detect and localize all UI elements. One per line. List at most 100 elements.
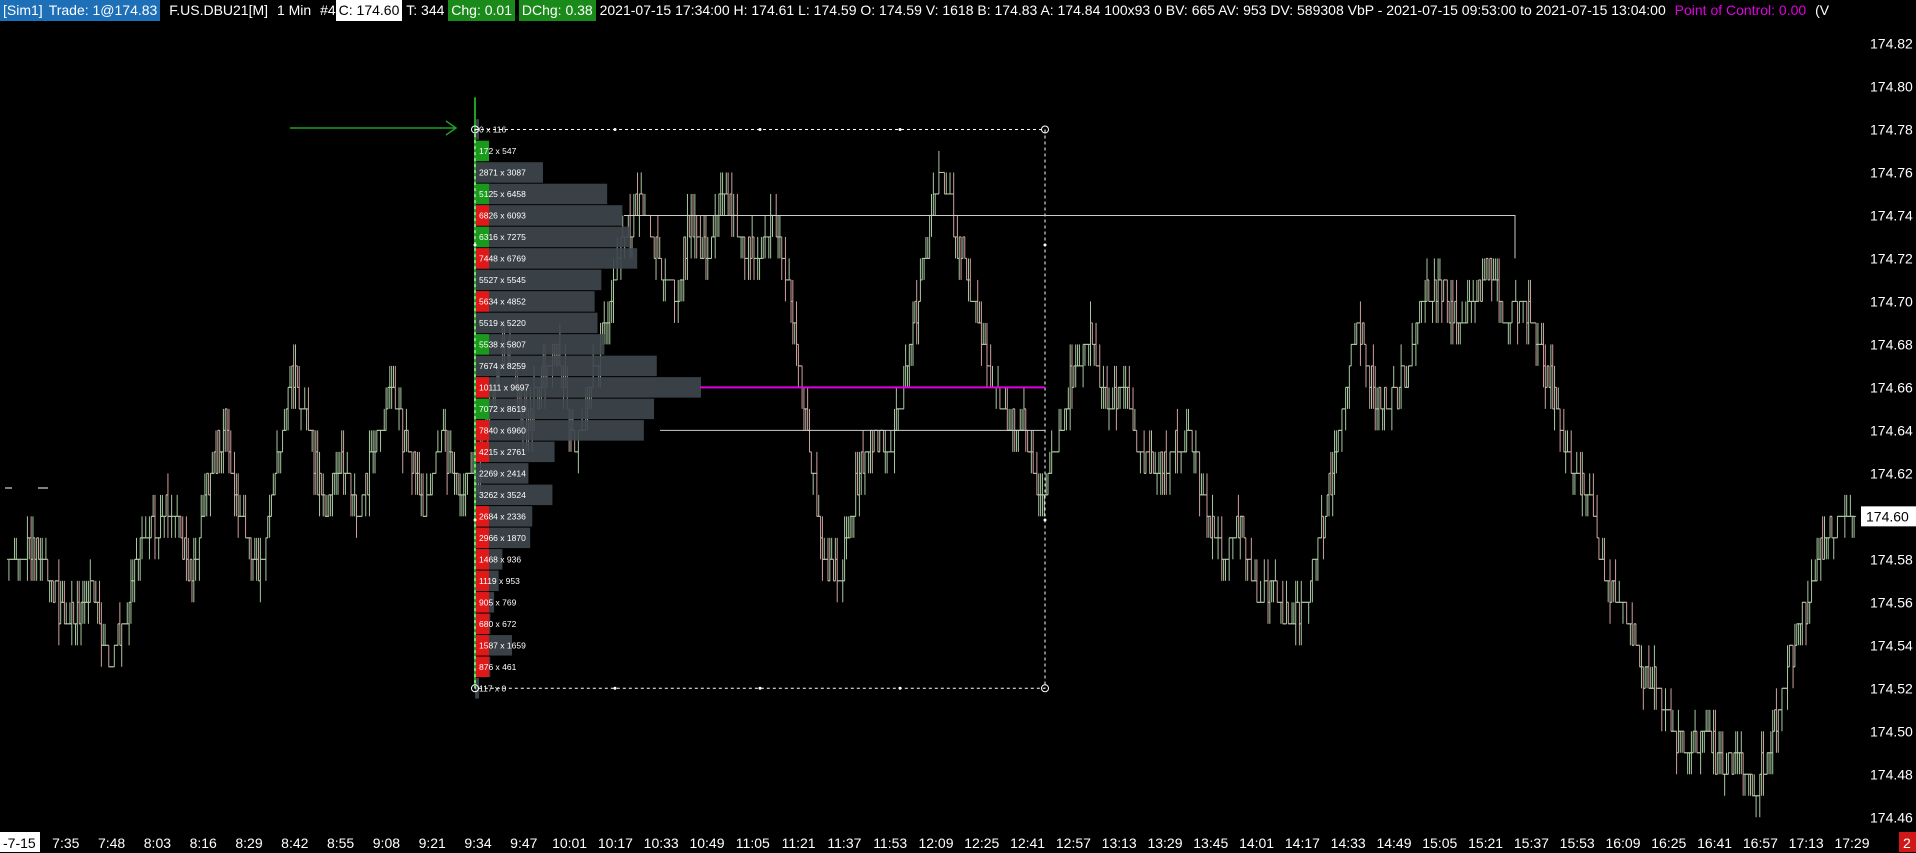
time-tick-label: 15:37 [1514,835,1549,851]
price-bar [997,386,1002,410]
price-chart[interactable]: 0 x 116172 x 5472871 x 30875125 x 645868… [0,0,1916,853]
price-tick-label: 174.46 [1870,809,1913,825]
price-bar [1389,386,1394,431]
price-bar [1349,343,1354,367]
profile-row-label: 6316 x 7275 [479,232,526,242]
profile-row-label: 1468 x 936 [479,554,521,564]
price-bar [1469,300,1474,323]
time-tick-label: 14:33 [1331,835,1366,851]
price-bar [1754,795,1759,818]
price-bar [1587,473,1592,496]
price-bar [1620,601,1625,624]
time-axis[interactable]: -7-15 7:35 7:48 8:03 8:16 8:29 8:42 8:55 9:08 9:2… [0,832,1916,852]
price-bar [112,644,117,668]
price-bar [1848,494,1853,517]
time-tick-label: 13:29 [1147,835,1182,851]
time-tick-label: 15:21 [1468,835,1503,851]
price-bar [173,515,178,538]
price-bar [263,537,268,581]
time-tick-label: 7:48 [98,835,125,851]
profile-row-label: 5125 x 6458 [479,189,526,199]
price-bar [1249,537,1254,582]
profile-row-label: 5527 x 5545 [479,275,526,285]
profile-row-label: 2684 x 2336 [479,511,526,521]
price-bar [1258,580,1263,603]
price-bar [1155,472,1160,495]
price-bar [302,387,307,410]
price-bar [1273,559,1278,582]
price-bar [639,172,644,195]
price-bar [1227,537,1232,581]
price-bar [1179,451,1184,474]
price-bar [787,258,792,281]
profile-row-label: 2871 x 3087 [479,167,526,177]
price-tick-label: 174.70 [1870,293,1913,309]
selection-dot [613,127,617,131]
time-tick-label: 15:05 [1422,835,1457,851]
price-bar [1190,429,1195,453]
profile-row-label: 7448 x 6769 [479,253,526,263]
price-bar [106,644,111,668]
profile-row-label: 905 x 769 [479,597,517,607]
time-tick-label: 11:53 [873,835,907,851]
price-tick-label: 174.58 [1870,551,1913,567]
selection-dot [758,686,762,690]
time-tick-label: 12:09 [918,835,953,851]
time-tick-label: 14:49 [1376,835,1411,851]
profile-row-label: 4215 x 2761 [479,447,526,457]
price-bar [809,451,814,474]
price-bar [1391,365,1396,388]
price-bar [1835,515,1840,539]
profile-row-label: 6826 x 6093 [479,210,526,220]
time-tick-label: 14:17 [1285,835,1320,851]
price-bar [1097,344,1102,388]
time-tick-label: 12:57 [1056,835,1091,851]
current-price-label: 174.60 [1866,508,1909,524]
time-tick-label: 17:13 [1789,835,1824,851]
price-axis[interactable]: 174.82 174.80 174.78 174.76 174.74 174.72 174.… [1861,35,1916,825]
profile-row-label: 172 x 547 [479,146,517,156]
price-bar [1168,451,1173,495]
price-bar [1473,300,1478,323]
price-bar [143,516,148,539]
time-tick-label: 9:21 [419,835,446,851]
price-bar [299,408,304,431]
profile-row-label: 1119 x 953 [479,576,520,586]
time-tick-label: 16:25 [1651,835,1686,851]
price-bar [43,537,48,560]
price-bar [1624,601,1629,625]
profile-row-label: 2269 x 2414 [479,468,526,478]
price-bar [1134,429,1139,453]
price-bar [1339,408,1344,452]
time-tick-label: 16:41 [1697,835,1732,851]
price-bar [648,214,653,238]
price-bar [811,472,816,495]
price-bar [1513,279,1518,302]
selection-dot [1043,518,1047,522]
price-tick-label: 174.62 [1870,465,1913,481]
price-bar [951,172,956,238]
selection-dot [758,127,762,131]
price-bar [1779,687,1784,732]
price-bar [888,430,893,453]
price-bar [1591,473,1596,517]
price-tick-label: 174.78 [1870,121,1913,137]
price-bar [1430,300,1435,323]
time-tick-label: 9:08 [373,835,400,851]
selection-dot [473,243,477,247]
price-tick-label: 174.80 [1870,78,1913,94]
profile-row-label: 680 x 672 [479,619,517,629]
time-tick-label: 17:29 [1834,835,1869,851]
price-bar [783,236,788,302]
price-bar [1460,301,1465,324]
time-tick-label: 12:25 [964,835,999,851]
price-bar [1722,773,1727,796]
price-bar [197,537,202,581]
price-bar [345,451,350,474]
price-bar [996,365,1001,388]
price-tick-label: 174.64 [1870,422,1913,438]
price-tick-label: 174.72 [1870,250,1913,266]
price-bar [45,558,50,582]
price-bar [1831,537,1836,560]
price-bar [1510,300,1515,324]
